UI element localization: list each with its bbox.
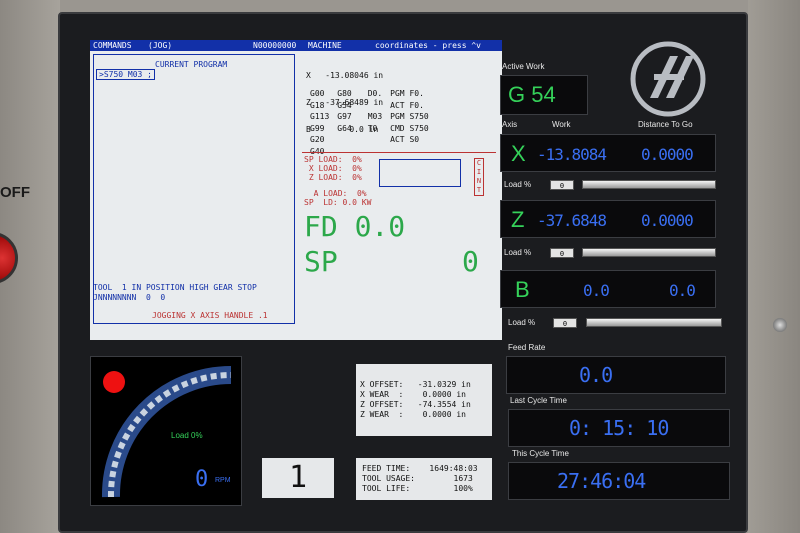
load-label: Load % (508, 318, 536, 327)
table-row: G20 ACT S0 (310, 135, 420, 144)
spindle-gauge-icon (101, 366, 232, 498)
axis-name: B (515, 277, 530, 302)
dtg-label: Distance To Go (638, 120, 693, 129)
program-screen: COMMANDS (JOG) N00000000 MACHINE coordin… (90, 40, 502, 340)
this-cycle-box: 27:46:04 (508, 462, 730, 500)
feed-rate-value: 0.0 (579, 363, 613, 387)
rpm-value: 0 (195, 467, 209, 492)
axis-z-row: Z -37.6848 0.0000 (500, 200, 716, 238)
dtg-value: 0.0 (669, 281, 696, 300)
last-cycle-value: 0: 15: 10 (569, 416, 669, 440)
a-load: A LOAD: 0% (304, 189, 367, 198)
coord-x: X -13.08046 in (306, 71, 384, 80)
load-panel: SP LOAD: 0% X LOAD: 0% Z LOAD: 0% A LOAD… (302, 152, 496, 208)
spindle-display: SP (304, 245, 338, 278)
axis-x-row: X -13.8084 0.0000 (500, 134, 716, 172)
offset-line: X OFFSET: -31.0329 in (360, 380, 471, 389)
load-label: Load % (504, 248, 532, 257)
this-cycle-label: This Cycle Time (512, 449, 569, 458)
tool-offset-box: X OFFSET: -31.0329 in X WEAR : 0.0000 in Z… (356, 364, 492, 436)
coords-hint: coordinates - press ^v (375, 41, 481, 50)
active-work-box: G 54 (500, 75, 588, 115)
offset-line: Z OFFSET: -74.3554 in (360, 400, 471, 409)
work-value: 0.0 (583, 281, 610, 300)
load-label: Load % (504, 180, 532, 189)
tool-life: TOOL LIFE: 100% (362, 484, 473, 493)
axis-b-row: B 0.0 0.0 (500, 270, 716, 308)
tool-number-box: 1 (262, 458, 334, 498)
dtg-value: 0.0000 (641, 145, 694, 164)
table-row: G00 G80 D0. PGM F0. (310, 89, 424, 98)
table-row: G113 G97 M03 PGM S750 (310, 112, 429, 121)
active-work-label: Active Work (502, 62, 545, 71)
current-program-title: CURRENT PROGRAM (155, 60, 228, 69)
load-bar (582, 248, 716, 257)
coolant-indicator: CINT (474, 158, 484, 196)
tool-number: 1 (288, 460, 308, 495)
sp-kw: SP LD: 0.0 KW (304, 198, 372, 207)
title-bar: COMMANDS (JOG) N00000000 MACHINE coordin… (90, 40, 502, 51)
commands-label: COMMANDS (93, 41, 132, 50)
load-value: 0 (550, 180, 574, 190)
load-value: 0 (550, 248, 574, 258)
sp-load: SP LOAD: 0% (304, 155, 362, 164)
haas-logo-icon (630, 41, 706, 117)
tool-usage: TOOL USAGE: 1673 (362, 474, 473, 483)
feed-rate-label: Feed Rate (508, 343, 546, 352)
x-load: X LOAD: 0% (304, 164, 362, 173)
load-bar (582, 180, 716, 189)
load-graph-box (379, 159, 461, 187)
offset-line: X WEAR : 0.0000 in (360, 390, 466, 399)
mode-label: (JOG) (148, 41, 173, 50)
feed-display: FD 0.0 (304, 210, 406, 243)
feed-rate-box: 0.0 (506, 356, 726, 394)
z-load: Z LOAD: 0% (304, 173, 362, 182)
tool-life-box: FEED TIME: 1649:48:03 TOOL USAGE: 1673 TOO… (356, 458, 492, 500)
active-codes-table: G00 G80 D0. PGM F0. G18 G54 ACT F0. G113 G97 M0… (308, 87, 437, 158)
this-cycle-value: 27:46:04 (557, 469, 646, 493)
load-bar (586, 318, 722, 327)
work-value: -13.8084 (537, 145, 607, 164)
spindle-gauge-panel: Load 0% 0 RPM (90, 356, 242, 506)
machine-label: MACHINE (308, 41, 342, 50)
program-line[interactable]: >S750 M03 ; (96, 69, 155, 80)
table-row: G99 G64 T0 CMD S750 (310, 123, 429, 133)
work-value: -37.6848 (537, 211, 607, 230)
program-number: N00000000 (253, 41, 297, 50)
axis-name: X (511, 141, 526, 166)
load-value: 0 (553, 318, 577, 328)
tool-status: TOOL 1 IN POSITION HIGH GEAR STOP JNNNNNN… (93, 283, 257, 302)
status-message: JOGGING X AXIS HANDLE .1 (152, 311, 268, 320)
spindle-load: Load 0% (171, 431, 203, 440)
offset-line: Z WEAR : 0.0000 in (360, 410, 466, 419)
axis-label: Axis (502, 120, 518, 129)
dtg-value: 0.0000 (641, 211, 694, 230)
last-cycle-label: Last Cycle Time (510, 396, 567, 405)
table-row: G18 G54 ACT F0. (310, 100, 424, 110)
work-label: Work (552, 120, 571, 129)
spindle-value: 0 (462, 245, 479, 278)
screw-icon (773, 318, 787, 332)
rpm-label: RPM (215, 477, 231, 484)
active-work-value: G 54 (508, 82, 556, 107)
right-panel (748, 0, 800, 533)
last-cycle-box: 0: 15: 10 (508, 409, 730, 447)
axis-name: Z (511, 207, 525, 232)
feed-time: FEED TIME: 1649:48:03 (362, 464, 478, 473)
off-label: OFF (0, 184, 30, 201)
